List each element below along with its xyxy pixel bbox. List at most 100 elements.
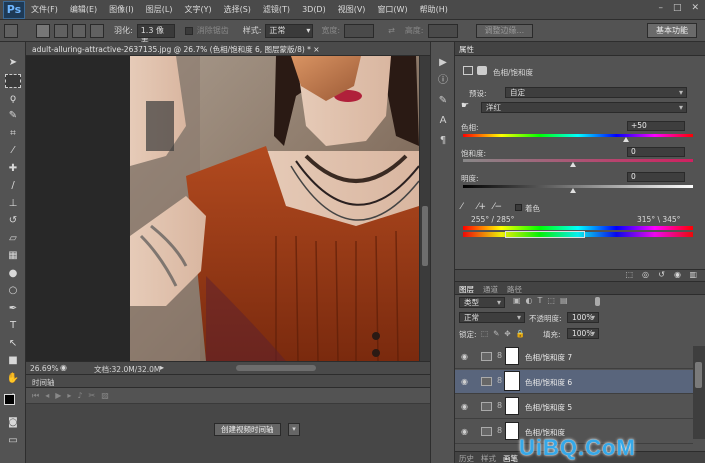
eye-icon[interactable]: ◉ [461,427,468,436]
layer-row[interactable]: ◉ 8 色相/饱和度 5 [455,395,693,419]
move-tool-icon[interactable]: ➤ [5,56,21,70]
layer-mask-thumbnail[interactable] [505,347,519,365]
menu-file[interactable]: 文件(F) [25,4,64,15]
eyedropper-tool-icon[interactable]: ⁄ [5,144,21,158]
layer-filter-select[interactable]: 类型 [459,297,505,308]
tab-paths[interactable]: 路径 [507,284,522,295]
eye-icon[interactable]: ◉ [461,402,468,411]
status-menu-icon[interactable]: ◉ [60,363,67,372]
menu-window[interactable]: 窗口(W) [371,4,413,15]
layer-row[interactable]: ◉ 8 色相/饱和度 7 [455,345,693,369]
chevron-down-icon[interactable] [22,23,32,38]
chevron-down-icon[interactable]: ▾ [288,423,300,436]
menu-filter[interactable]: 滤镜(T) [257,4,296,15]
eyedropper-icon[interactable]: ⁄ [461,202,463,212]
canvas-area[interactable] [26,56,419,361]
menu-3d[interactable]: 3D(D) [296,5,332,14]
workspace-button[interactable]: 基本功能 [647,23,697,38]
scrollbar-thumb[interactable] [695,362,702,388]
chevron-right-icon[interactable]: ▸ [160,363,164,372]
marquee-tool-icon[interactable] [5,74,21,88]
crop-tool-icon[interactable]: ⌗ [5,127,21,141]
character-panel-icon[interactable]: A [436,114,450,128]
eyedropper-minus-icon[interactable]: ⁄− [493,202,502,212]
link-icon[interactable]: 8 [497,401,502,410]
lock-icons[interactable]: ⬚✎✥🔒 [481,329,530,338]
link-icon[interactable]: 8 [497,351,502,360]
filter-icons[interactable]: ▣◐T⬚▤ [513,296,573,305]
split-icon[interactable]: ✂ [89,391,102,400]
scrollbar-thumb[interactable] [422,206,428,266]
quick-select-tool-icon[interactable]: ✎ [5,109,21,123]
saturation-slider-thumb[interactable] [570,162,576,167]
close-icon[interactable]: ✕ [691,3,699,13]
swap-icon[interactable]: ⇄ [388,26,395,35]
pen-tool-icon[interactable]: ✒ [5,302,21,316]
menu-image[interactable]: 图像(I) [103,4,140,15]
healing-brush-tool-icon[interactable]: ✚ [5,162,21,176]
lasso-tool-icon[interactable]: ϙ [5,92,21,106]
layer-name[interactable]: 色相/饱和度 7 [525,352,572,363]
intersect-selection-icon[interactable] [90,23,104,38]
menu-edit[interactable]: 编辑(E) [64,4,103,15]
preset-select[interactable]: 自定 [505,87,687,98]
brush-panel-icon[interactable]: ✎ [436,94,450,108]
prev-frame-icon[interactable]: ◂ [45,391,55,400]
history-brush-tool-icon[interactable]: ↺ [5,214,21,228]
link-icon[interactable]: 8 [497,426,502,435]
properties-tab[interactable]: 属性 [455,42,705,56]
marquee-tool-preset-icon[interactable] [4,23,18,38]
type-tool-icon[interactable]: T [5,319,21,333]
dodge-tool-icon[interactable]: ○ [5,284,21,298]
layer-row-active[interactable]: ◉ 8 色相/饱和度 6 [455,370,693,394]
layers-scrollbar[interactable] [693,346,705,439]
layer-name[interactable]: 色相/饱和度 5 [525,402,572,413]
subtract-selection-icon[interactable] [72,23,86,38]
menu-layer[interactable]: 图层(L) [140,4,179,15]
new-selection-icon[interactable] [36,23,50,38]
audio-icon[interactable]: ♪ [77,391,88,400]
zoom-level[interactable]: 26.69% [30,364,59,373]
hand-icon[interactable]: ☛ [461,101,469,111]
filter-toggle[interactable] [595,297,600,306]
next-frame-icon[interactable]: ▸ [67,391,77,400]
feather-input[interactable]: 1.3 像素 [136,23,175,47]
gradient-tool-icon[interactable]: ▦ [5,249,21,263]
hue-slider-thumb[interactable] [623,137,629,142]
blur-tool-icon[interactable]: ● [5,267,21,281]
hue-input[interactable]: +50 [627,121,685,131]
tab-layers[interactable]: 图层 [459,284,474,295]
play-icon[interactable]: ▶ [55,391,67,400]
paragraph-panel-icon[interactable]: ¶ [436,134,450,148]
first-frame-icon[interactable]: ⏮ [32,391,45,400]
saturation-slider-track[interactable] [463,159,693,162]
menu-select[interactable]: 选择(S) [218,4,257,15]
reset-icon[interactable]: ↺ [658,270,665,279]
eyedropper-plus-icon[interactable]: ⁄+ [477,202,486,212]
hand-tool-icon[interactable]: ✋ [5,372,21,386]
quick-mask-icon[interactable]: ◙ [5,416,21,430]
info-panel-icon[interactable]: ⓘ [436,74,450,88]
channel-select[interactable]: 洋红 [481,102,687,113]
clone-stamp-tool-icon[interactable]: ⊥ [5,197,21,211]
colorize-checkbox[interactable] [515,204,522,211]
tab-styles[interactable]: 样式 [481,453,496,463]
history-panel-icon[interactable]: ▶ [436,56,450,70]
transition-icon[interactable]: ▨ [101,391,115,400]
maximize-icon[interactable]: □ [673,3,682,13]
mask-icon[interactable] [477,66,487,75]
menu-help[interactable]: 帮助(H) [414,4,454,15]
trash-icon[interactable]: ▥ [689,270,697,279]
screen-mode-icon[interactable]: ▭ [5,434,21,448]
shape-tool-icon[interactable]: ■ [5,354,21,368]
opacity-input[interactable]: 100% [567,312,599,323]
tab-channels[interactable]: 通道 [483,284,498,295]
layer-mask-thumbnail[interactable] [505,422,519,440]
link-icon[interactable]: 8 [497,376,502,385]
create-video-timeline-button[interactable]: 创建视频时间轴 [214,423,281,436]
menu-type[interactable]: 文字(Y) [178,4,217,15]
foreground-color-swatch[interactable] [4,394,15,405]
layer-name[interactable]: 色相/饱和度 6 [525,377,572,388]
tab-brushes[interactable]: 画笔 [503,453,518,463]
saturation-input[interactable]: 0 [627,147,685,157]
